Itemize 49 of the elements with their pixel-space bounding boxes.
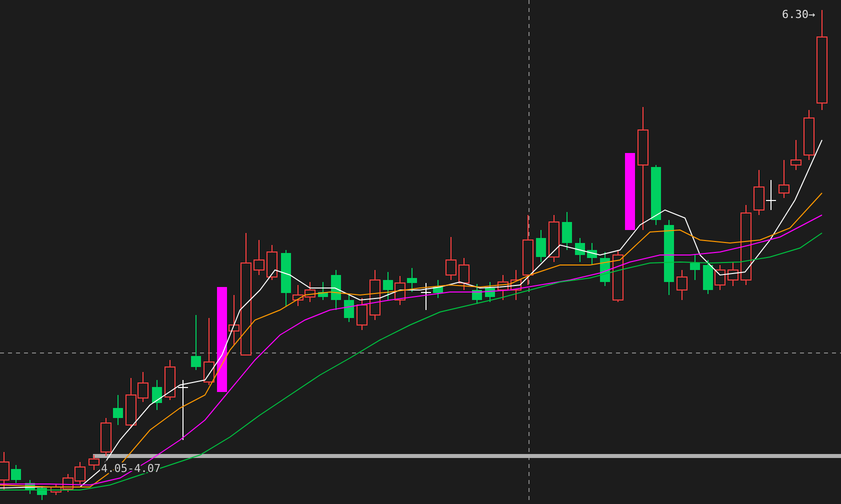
candlestick — [446, 236, 456, 280]
candlestick — [766, 180, 776, 210]
candlestick — [703, 260, 713, 294]
candlestick — [178, 380, 188, 440]
candlestick — [383, 272, 393, 300]
candlestick — [804, 110, 814, 160]
candlestick — [421, 282, 431, 310]
candlestick — [281, 250, 291, 306]
candlestick — [74, 462, 86, 484]
candlestick — [433, 280, 443, 298]
candlestick — [266, 244, 278, 280]
candlestick — [600, 252, 610, 286]
candlestick — [356, 298, 368, 330]
candlestick — [370, 270, 380, 320]
candlestick — [587, 242, 597, 266]
candlestick — [485, 282, 495, 302]
candlestick — [612, 250, 624, 302]
candlestick — [152, 380, 162, 410]
candlestick — [458, 258, 470, 290]
candlestick — [318, 282, 328, 300]
candlestick — [304, 282, 316, 302]
candlestick — [11, 464, 21, 484]
candlestick — [191, 314, 201, 370]
candlestick — [292, 284, 304, 306]
candlestick — [562, 212, 572, 250]
candlestick — [164, 360, 176, 400]
candlestick — [394, 276, 406, 306]
candlestick — [498, 274, 508, 300]
candlestick — [472, 284, 482, 304]
candlestick — [113, 394, 123, 426]
candlestick — [728, 262, 738, 286]
candlestick — [714, 264, 726, 290]
candlestick — [25, 480, 35, 494]
candlestick — [536, 230, 546, 262]
candlestick — [37, 486, 47, 500]
candlestick — [575, 238, 585, 262]
candlestick — [651, 164, 661, 226]
high-price-label: 6.30→ — [782, 8, 816, 21]
candlestick — [204, 318, 214, 386]
candlestick — [778, 160, 790, 198]
candlestick — [676, 270, 688, 300]
candlestick — [548, 214, 560, 262]
candlestick — [407, 268, 417, 292]
candlestick — [790, 140, 802, 170]
candlestick — [344, 294, 354, 322]
candlestick — [331, 270, 341, 310]
candlestick — [254, 240, 264, 276]
candlestick — [690, 254, 700, 280]
candlestick — [754, 170, 764, 216]
